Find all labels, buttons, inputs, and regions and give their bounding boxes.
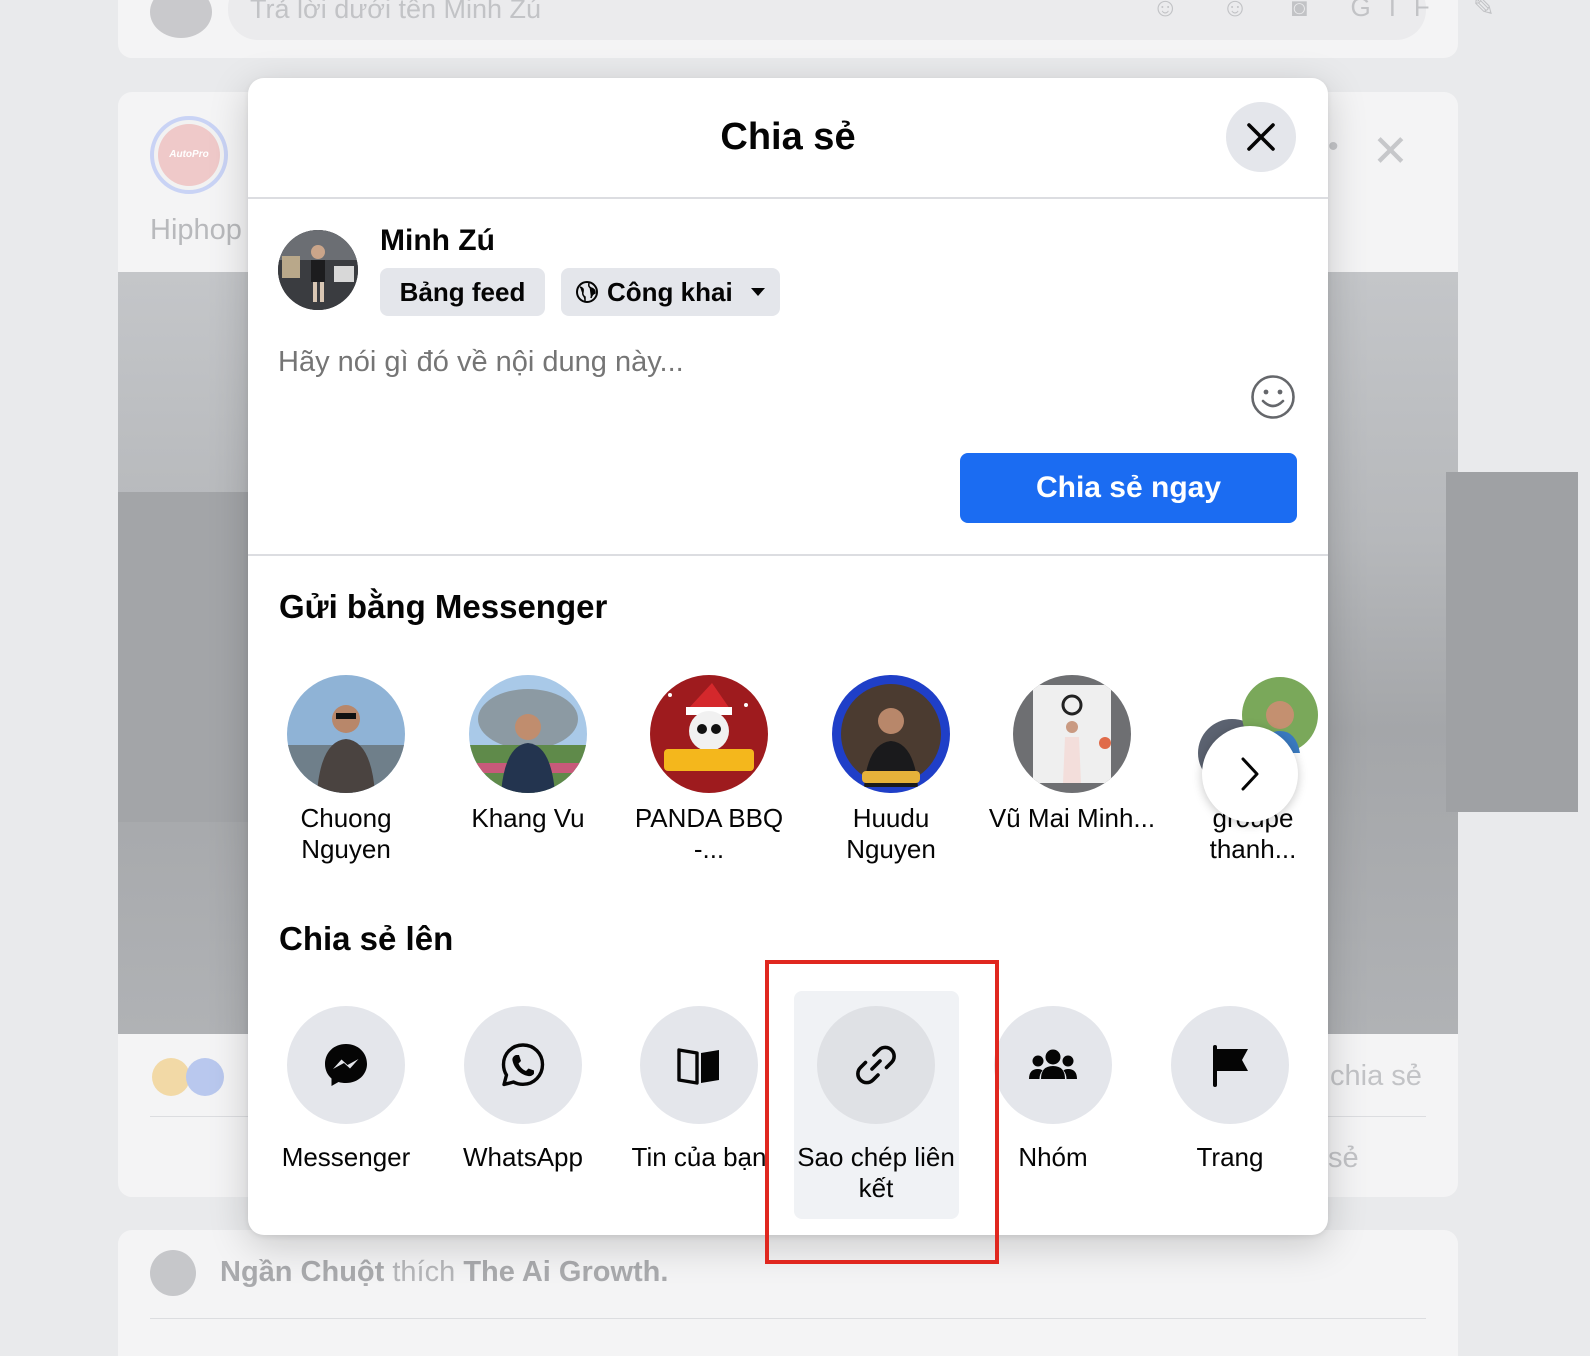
group-icon [1029,1049,1077,1079]
activity-divider [150,1318,1426,1319]
book-icon [677,1048,719,1085]
target-label: Tin của bạn [631,1142,767,1172]
whatsapp-icon-circle [464,1006,582,1124]
next-contacts-button[interactable] [1202,726,1298,822]
reply-toolbar-icons: ☺ ☺ ◙ GIF ✎ [1152,0,1513,22]
contact-avatar [650,675,768,793]
dialog-title: Chia sẻ [720,116,856,158]
contact-avatar [469,675,587,793]
contact-item[interactable]: Chuong Nguyen [261,675,431,865]
close-button[interactable] [1226,102,1296,172]
destination-selector[interactable]: Bảng feed [380,268,545,316]
target-label: Messenger [281,1142,411,1172]
contact-item[interactable]: Vũ Mai Minh... [987,675,1157,834]
contact-item[interactable]: PANDA BBQ -... [624,675,794,865]
share-count: chia sẻ [1330,1060,1422,1092]
header-divider [248,197,1328,199]
page-avatar: AutoPro [150,116,228,194]
share-message-input[interactable] [278,346,1178,379]
flag-icon-circle [1171,1006,1289,1124]
share-to-whatsapp[interactable]: WhatsApp [438,1006,608,1173]
more-options-icon: • [1328,130,1339,163]
hide-post-icon: ✕ [1372,127,1409,176]
target-label: WhatsApp [463,1142,583,1172]
smiley-icon [1251,375,1295,419]
chevron-right-icon [1241,757,1259,791]
contact-name: Vũ Mai Minh... [988,803,1156,833]
share-action-label: sẻ [1328,1142,1359,1174]
activity-text: Ngần Chuột thích The Ai Growth. [220,1256,668,1289]
emoji-button[interactable] [1250,374,1296,420]
activity-object: The Ai Growth. [463,1256,669,1288]
activity-avatar [150,1250,196,1296]
target-label: Trang [1196,1142,1264,1172]
privacy-selector[interactable]: Công khai [561,268,780,316]
whatsapp-icon [501,1043,545,1087]
privacy-label: Công khai [607,276,733,307]
share-to-story[interactable]: Tin của bạn [614,1006,784,1173]
flag-icon [1213,1045,1248,1087]
contact-name: Chuong Nguyen [300,803,392,864]
section-divider [248,554,1328,556]
messenger-section-title: Gửi bằng Messenger [279,588,608,625]
page-avatar-logo: AutoPro [158,124,220,186]
contact-name: Khang Vu [471,803,585,833]
globe-icon [576,281,598,303]
highlight-box [765,960,999,1264]
user-name: Minh Zú [380,224,495,257]
messenger-icon [325,1044,367,1086]
reaction-icons [152,1058,224,1096]
share-to-section-title: Chia sẻ lên [279,920,454,957]
share-to-page[interactable]: Trang [1145,1006,1315,1173]
contact-avatar [832,675,950,793]
post-text: Hiphop [150,214,242,246]
contact-avatar [287,675,405,793]
user-avatar [278,230,358,310]
activity-verb: thích [392,1256,456,1288]
book-icon-circle [640,1006,758,1124]
caret-down-icon [750,288,765,296]
share-to-messenger[interactable]: Messenger [261,1006,431,1173]
contact-name: PANDA BBQ -... [634,803,784,864]
messenger-icon-circle [287,1006,405,1124]
activity-actor: Ngần Chuột [220,1256,385,1288]
contact-avatar [1013,675,1131,793]
contact-name: Huudu Nguyen [846,803,936,864]
reply-placeholder: Trả lời dưới tên Minh Zú [250,0,542,24]
close-icon [1247,123,1275,151]
group-icon-circle [994,1006,1112,1124]
contact-item[interactable]: Khang Vu [443,675,613,834]
contact-item[interactable]: Huudu Nguyen [806,675,976,865]
share-now-button[interactable]: Chia sẻ ngay [960,453,1297,523]
